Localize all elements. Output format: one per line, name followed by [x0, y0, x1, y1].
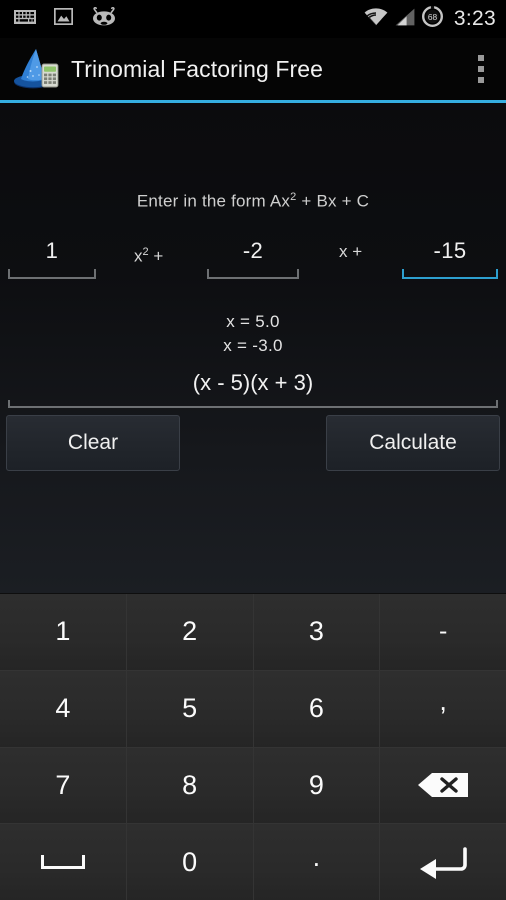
overflow-dot-3 [478, 77, 484, 83]
factored-result-underline [8, 400, 498, 408]
cell-signal-icon [395, 8, 415, 31]
roots-output: x = 5.0 x = -3.0 [0, 310, 506, 358]
key-5[interactable]: 5 [125, 670, 253, 747]
label-x-squared-base: x [134, 246, 143, 266]
label-x-squared-plus: x2 + [134, 237, 163, 272]
coefficient-a-value: 1 [45, 238, 59, 263]
wizard-hat-calculator-icon [12, 46, 62, 92]
root-1: x = 5.0 [226, 312, 280, 331]
factored-result-field[interactable]: (x - 5)(x + 3) [8, 368, 498, 408]
status-bar-right-icons: 68 3:23 [364, 5, 496, 32]
keyboard-row-4: 0 . [0, 823, 506, 900]
key-backspace[interactable] [379, 747, 506, 824]
enter-return-icon [420, 847, 467, 880]
keyboard-row-2: 4 5 6 , [0, 669, 506, 747]
key-2[interactable]: 2 [125, 594, 253, 670]
app-content: Enter in the form Ax2 + Bx + C 1 x2 + -2… [0, 103, 506, 593]
key-enter[interactable] [379, 824, 506, 900]
label-x-plus: x + [339, 242, 363, 261]
coefficient-a-underline [8, 269, 96, 279]
calculate-button[interactable]: Calculate [326, 415, 500, 471]
coefficient-b-field[interactable]: -2 [207, 233, 299, 279]
factored-result-value: (x - 5)(x + 3) [192, 370, 314, 395]
status-bar: 68 3:23 [0, 0, 506, 38]
key-minus[interactable]: - [379, 594, 506, 670]
numeric-keyboard: 1 2 3 - 4 5 6 , 7 8 9 0 . [0, 593, 506, 900]
spacebar-icon [40, 855, 85, 870]
coefficient-c-field[interactable]: -15 [402, 233, 498, 279]
action-button-row: Clear Calculate [0, 415, 506, 471]
key-8[interactable]: 8 [125, 747, 253, 824]
clear-button[interactable]: Clear [6, 415, 180, 471]
keyboard-icon [14, 9, 36, 29]
overflow-menu-button[interactable] [464, 46, 498, 92]
keyboard-row-3: 7 8 9 [0, 746, 506, 824]
app-title: Trinomial Factoring Free [71, 55, 324, 82]
coefficient-a-field[interactable]: 1 [8, 233, 96, 279]
coefficient-c-value: -15 [433, 238, 467, 263]
action-bar: Trinomial Factoring Free [0, 38, 506, 100]
key-3[interactable]: 3 [252, 594, 380, 670]
backspace-icon [418, 773, 469, 798]
coefficient-c-underline [402, 269, 498, 279]
key-6[interactable]: 6 [252, 670, 380, 747]
cyanogenmod-icon [91, 6, 117, 31]
key-comma[interactable]: , [379, 670, 506, 747]
battery-icon: 68 [421, 5, 443, 32]
key-9[interactable]: 9 [252, 747, 380, 824]
coefficient-b-value: -2 [242, 238, 264, 263]
form-hint: Enter in the form Ax2 + Bx + C [0, 191, 506, 212]
app-screen: 68 3:23 Trinomial Factoring Free Enter i… [0, 0, 506, 900]
root-2: x = -3.0 [223, 336, 283, 355]
form-hint-prefix: Enter in the form Ax [136, 191, 291, 211]
key-0[interactable]: 0 [125, 824, 253, 900]
wifi-icon [364, 7, 388, 31]
key-7[interactable]: 7 [0, 747, 126, 824]
key-period[interactable]: . [252, 824, 380, 900]
overflow-dot-1 [478, 55, 484, 61]
key-space[interactable] [0, 824, 126, 900]
form-hint-suffix: + Bx + C [296, 191, 370, 211]
key-1[interactable]: 1 [0, 594, 126, 670]
battery-level-text: 68 [428, 12, 438, 22]
status-bar-left-icons [14, 6, 117, 31]
label-x-squared-tail: + [148, 246, 164, 266]
key-4[interactable]: 4 [0, 670, 126, 747]
keyboard-row-1: 1 2 3 - [0, 594, 506, 670]
overflow-dot-2 [478, 66, 484, 72]
gallery-image-icon [53, 7, 74, 30]
coefficient-input-row: 1 x2 + -2 x + -15 [0, 233, 506, 289]
coefficient-b-underline [207, 269, 299, 279]
status-bar-clock: 3:23 [453, 7, 496, 30]
